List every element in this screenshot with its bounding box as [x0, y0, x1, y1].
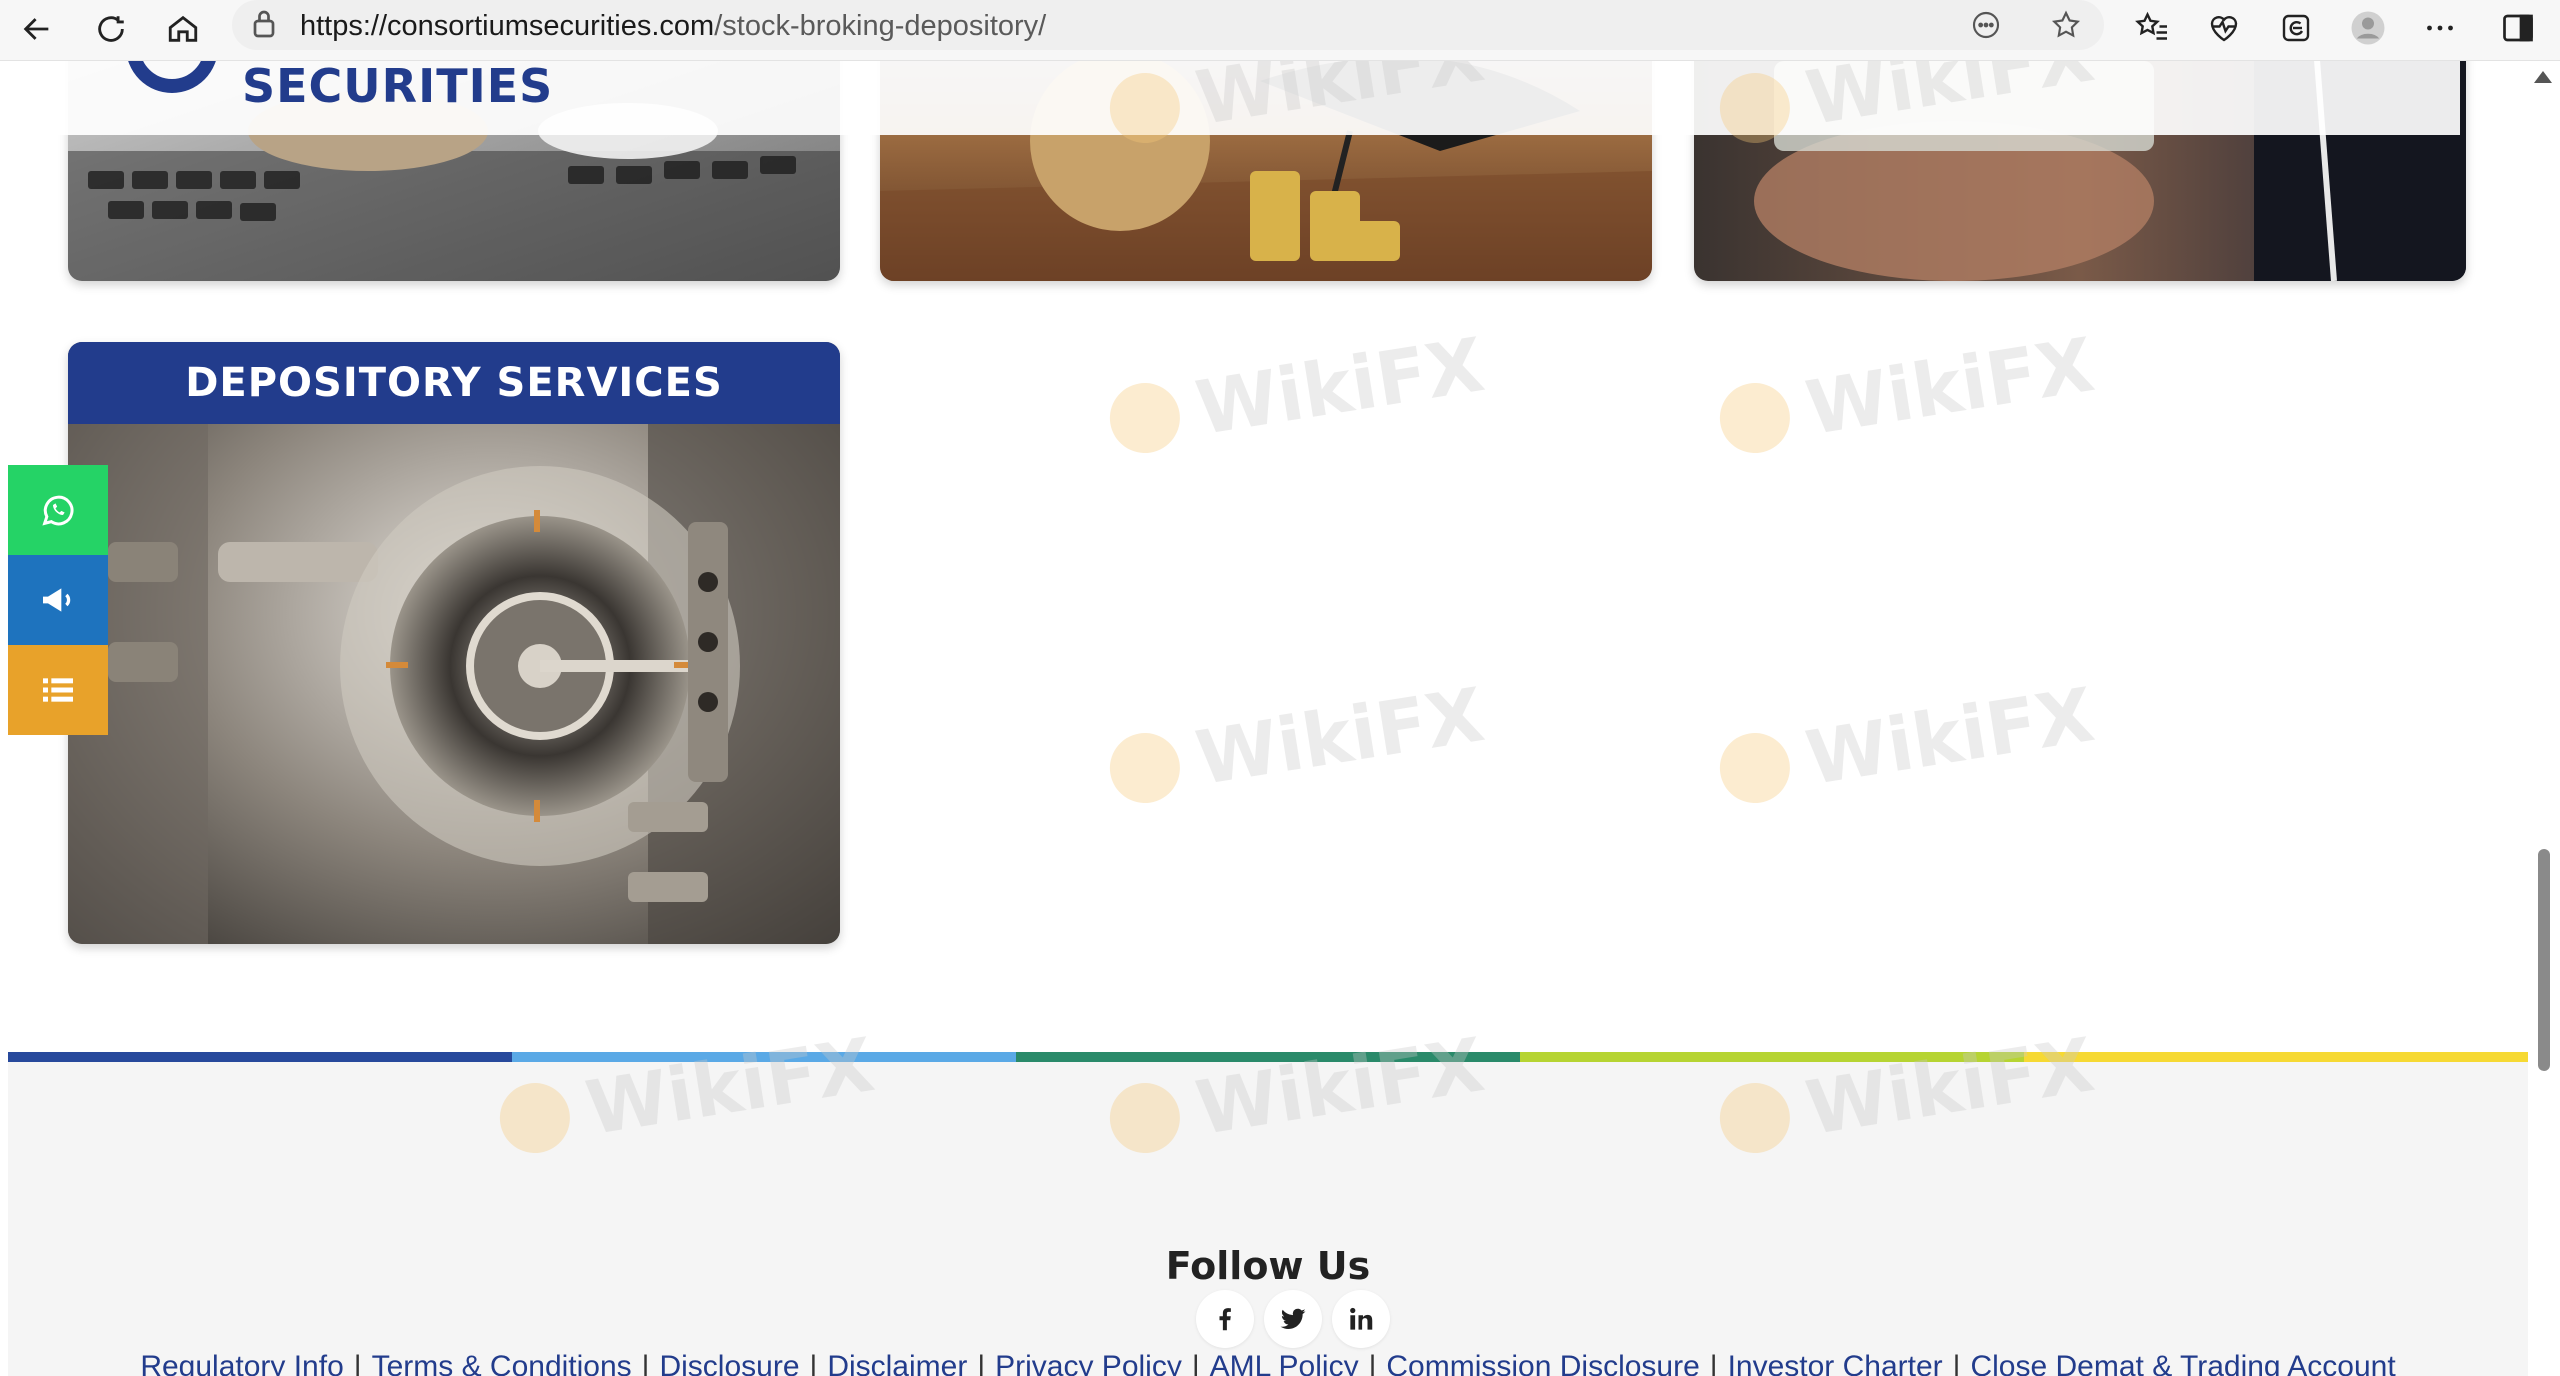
star-icon: [2051, 10, 2081, 38]
browser-essentials-button[interactable]: [2198, 4, 2250, 52]
link-separator: |: [809, 1350, 818, 1376]
footer-links: Regulatory Info | Terms & Conditions | Discl…: [8, 1350, 2528, 1376]
whatsapp-icon: [42, 495, 74, 526]
footer-link-commission-disclosure[interactable]: Commission Disclosure: [1386, 1350, 1699, 1376]
footer-link-close-account[interactable]: Close Demat & Trading Account: [1970, 1350, 2395, 1376]
watermark: WikiFX: [1104, 322, 1490, 466]
collections-button[interactable]: [2270, 4, 2322, 52]
reload-button[interactable]: [86, 6, 136, 52]
vault-door-image: [68, 342, 840, 944]
twitter-icon: [1280, 1308, 1306, 1329]
menu-list-button[interactable]: [8, 645, 108, 735]
address-bar[interactable]: https://consortiumsecurities.com/stock-b…: [232, 0, 2104, 50]
browser-toolbar: https://consortiumsecurities.com/stock-b…: [0, 0, 2560, 61]
more-dots-icon: [2427, 25, 2453, 31]
announcement-button[interactable]: [8, 555, 108, 645]
footer-link-privacy-policy[interactable]: Privacy Policy: [995, 1350, 1182, 1376]
watermark-logo-icon: [1104, 377, 1185, 459]
url-path: /stock-broking-depository/: [714, 10, 1047, 42]
site-footer: Follow Us Regulatory Info | Terms & Condit…: [8, 1062, 2528, 1376]
social-links: [1196, 1290, 1390, 1348]
scroll-up-arrow-icon[interactable]: [2534, 71, 2552, 83]
link-separator: |: [353, 1350, 362, 1376]
footer-color-strip: [8, 1052, 2528, 1062]
sidebar-icon: [2503, 14, 2533, 42]
link-separator: |: [1952, 1350, 1961, 1376]
favorites-list-icon: [2135, 11, 2167, 40]
url-text[interactable]: https://consortiumsecurities.com/stock-b…: [300, 10, 1046, 43]
facebook-icon: [1219, 1308, 1231, 1331]
more-tools-circle-icon: [1972, 11, 2000, 39]
linkedin-link[interactable]: [1332, 1290, 1390, 1348]
watermark: WikiFX: [1714, 322, 2100, 466]
page-viewport: SECURITIES DEPOSITORY SERVICES Follow Us…: [8, 61, 2528, 1376]
footer-link-investor-charter[interactable]: Investor Charter: [1728, 1350, 1943, 1376]
home-icon: [168, 15, 198, 42]
profile-button[interactable]: [2342, 4, 2394, 52]
heart-pulse-icon: [2210, 16, 2238, 42]
favorite-star-button[interactable]: [2046, 6, 2086, 44]
vertical-scrollbar[interactable]: [2528, 61, 2560, 1376]
link-separator: |: [1368, 1350, 1377, 1376]
favorites-button[interactable]: [2126, 4, 2178, 52]
link-separator: |: [1191, 1350, 1200, 1376]
footer-link-terms[interactable]: Terms & Conditions: [372, 1350, 632, 1376]
watermark-text: WikiFX: [1800, 672, 2100, 803]
facebook-link[interactable]: [1196, 1290, 1254, 1348]
footer-link-aml-policy[interactable]: AML Policy: [1210, 1350, 1359, 1376]
twitter-link[interactable]: [1264, 1290, 1322, 1348]
logo-text[interactable]: SECURITIES: [242, 61, 553, 113]
lock-icon: [253, 10, 275, 38]
link-separator: |: [641, 1350, 650, 1376]
footer-link-disclaimer[interactable]: Disclaimer: [827, 1350, 967, 1376]
watermark-logo-icon: [1714, 377, 1795, 459]
reload-icon: [98, 16, 124, 42]
settings-menu-button[interactable]: [2414, 4, 2466, 52]
watermark: WikiFX: [1714, 672, 2100, 816]
back-button[interactable]: [12, 6, 62, 52]
sidebar-toggle-button[interactable]: [2492, 4, 2544, 52]
back-arrow-icon: [23, 18, 49, 40]
reader-mode-button[interactable]: [1966, 6, 2006, 44]
footer-link-disclosure[interactable]: Disclosure: [659, 1350, 799, 1376]
watermark-text: WikiFX: [1190, 322, 1490, 453]
list-icon: [43, 678, 73, 702]
card-title: DEPOSITORY SERVICES: [185, 360, 723, 406]
avatar-icon: [2351, 11, 2385, 45]
site-header: SECURITIES: [8, 61, 2460, 135]
service-card-depository[interactable]: DEPOSITORY SERVICES: [68, 342, 840, 944]
megaphone-icon: [43, 588, 71, 612]
link-separator: |: [977, 1350, 986, 1376]
follow-us-heading: Follow Us: [1165, 1244, 1371, 1288]
watermark-logo-icon: [1714, 727, 1795, 809]
watermark-text: WikiFX: [1190, 672, 1490, 803]
link-separator: |: [1709, 1350, 1718, 1376]
edge-collections-icon: [2282, 14, 2310, 42]
watermark-text: WikiFX: [1800, 322, 2100, 453]
scroll-thumb[interactable]: [2538, 849, 2550, 1071]
watermark-logo-icon: [1104, 727, 1185, 809]
linkedin-icon: [1350, 1307, 1373, 1330]
logo-mark-icon[interactable]: [126, 61, 218, 93]
url-host: https://consortiumsecurities.com: [300, 10, 715, 42]
footer-link-regulatory-info[interactable]: Regulatory Info: [140, 1350, 343, 1376]
home-button[interactable]: [158, 6, 208, 52]
card-title-bar: DEPOSITORY SERVICES: [68, 342, 840, 424]
whatsapp-button[interactable]: [8, 465, 108, 555]
watermark: WikiFX: [1104, 672, 1490, 816]
